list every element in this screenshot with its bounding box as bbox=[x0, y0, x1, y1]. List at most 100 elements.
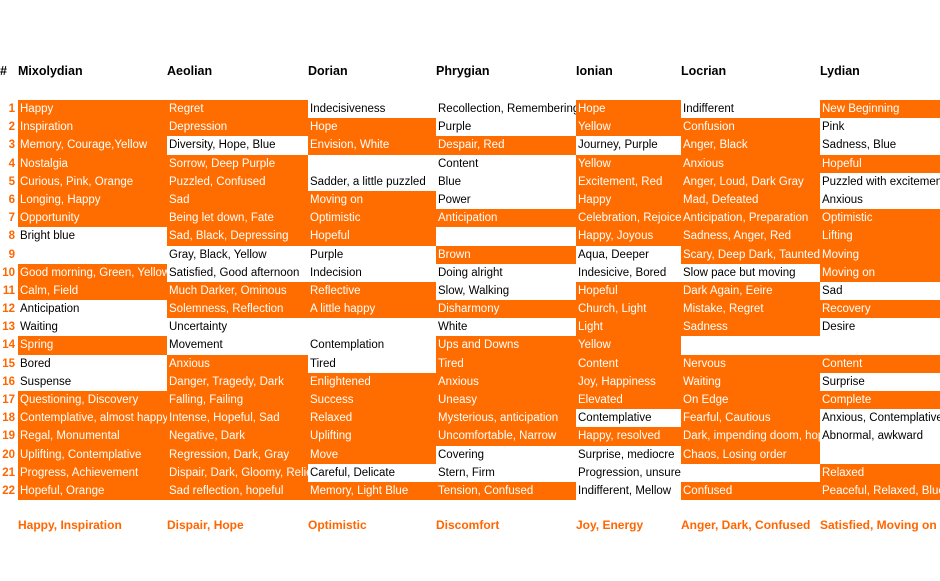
cell-dorian-4[interactable] bbox=[308, 155, 436, 173]
cell-phrygian-20[interactable]: Covering bbox=[436, 446, 576, 464]
cell-phrygian-3[interactable]: Despair, Red bbox=[436, 136, 576, 155]
cell-dorian-6[interactable]: Moving on bbox=[308, 190, 436, 210]
cell-lydian-8[interactable]: Lifting bbox=[820, 227, 940, 246]
cell-ionian-1[interactable]: Hope bbox=[576, 100, 681, 119]
cell-mixolydian-21[interactable]: Progress, Achievement bbox=[18, 463, 167, 482]
cell-locrian-11[interactable]: Dark Again, Eeire bbox=[681, 281, 820, 301]
cell-aeolian-3[interactable]: Diversity, Hope, Blue bbox=[167, 136, 308, 154]
cell-phrygian-11[interactable]: Slow, Walking bbox=[436, 282, 576, 300]
cell-phrygian-7[interactable]: Anticipation bbox=[436, 209, 576, 228]
cell-dorian-13[interactable] bbox=[308, 318, 436, 336]
cell-mixolydian-8[interactable]: Bright blue bbox=[18, 227, 167, 245]
cell-ionian-5[interactable]: Excitement, Red bbox=[576, 172, 681, 191]
cell-ionian-18[interactable]: Contemplative bbox=[576, 409, 681, 427]
cell-lydian-14[interactable] bbox=[820, 336, 940, 354]
cell-lydian-2[interactable]: Pink bbox=[820, 118, 940, 136]
cell-aeolian-17[interactable]: Falling, Failing bbox=[167, 391, 308, 410]
cell-locrian-14[interactable] bbox=[681, 336, 820, 354]
cell-lydian-16[interactable]: Surprise bbox=[820, 373, 940, 391]
cell-dorian-17[interactable]: Success bbox=[308, 391, 436, 410]
cell-aeolian-1[interactable]: Regret bbox=[167, 100, 308, 119]
column-header-aeolian[interactable]: Aeolian bbox=[167, 62, 308, 80]
cell-phrygian-6[interactable]: Power bbox=[436, 191, 576, 209]
cell-ionian-12[interactable]: Church, Light bbox=[576, 300, 681, 319]
cell-locrian-1[interactable]: Indifferent bbox=[681, 100, 820, 118]
cell-dorian-11[interactable]: Reflective bbox=[308, 281, 436, 301]
cell-locrian-7[interactable]: Anticipation, Preparation bbox=[681, 209, 820, 228]
cell-phrygian-9[interactable]: Brown bbox=[436, 245, 576, 264]
column-header-lydian[interactable]: Lydian bbox=[820, 62, 940, 80]
cell-aeolian-16[interactable]: Danger, Tragedy, Dark bbox=[167, 372, 308, 391]
cell-lydian-10[interactable]: Moving on bbox=[820, 263, 940, 282]
cell-mixolydian-5[interactable]: Curious, Pink, Orange bbox=[18, 172, 167, 191]
cell-dorian-9[interactable]: Purple bbox=[308, 246, 436, 264]
cell-phrygian-19[interactable]: Uncomfortable, Narrow bbox=[436, 427, 576, 446]
cell-phrygian-5[interactable]: Blue bbox=[436, 173, 576, 191]
cell-phrygian-1[interactable]: Recollection, Remembering bbox=[436, 100, 576, 118]
cell-mixolydian-13[interactable]: Waiting bbox=[18, 318, 167, 336]
column-header-dorian[interactable]: Dorian bbox=[308, 62, 436, 80]
cell-locrian-12[interactable]: Mistake, Regret bbox=[681, 300, 820, 319]
cell-aeolian-11[interactable]: Much Darker, Ominous bbox=[167, 281, 308, 301]
cell-aeolian-22[interactable]: Sad reflection, hopeful bbox=[167, 481, 308, 501]
cell-phrygian-18[interactable]: Mysterious, anticipation bbox=[436, 409, 576, 428]
cell-aeolian-10[interactable]: Satisfied, Good afternoon bbox=[167, 264, 308, 282]
cell-mixolydian-3[interactable]: Memory, Courage,Yellow bbox=[18, 136, 167, 155]
column-header-phrygian[interactable]: Phrygian bbox=[436, 62, 576, 80]
cell-locrian-10[interactable]: Slow pace but moving bbox=[681, 264, 820, 282]
cell-dorian-10[interactable]: Indecision bbox=[308, 264, 436, 282]
cell-dorian-22[interactable]: Memory, Light Blue bbox=[308, 481, 436, 501]
cell-lydian-22[interactable]: Peaceful, Relaxed, Blue bbox=[820, 481, 940, 501]
cell-lydian-13[interactable]: Desire bbox=[820, 318, 940, 336]
cell-dorian-18[interactable]: Relaxed bbox=[308, 409, 436, 428]
cell-mixolydian-11[interactable]: Calm, Field bbox=[18, 281, 167, 301]
cell-ionian-2[interactable]: Yellow bbox=[576, 118, 681, 137]
cell-mixolydian-22[interactable]: Hopeful, Orange bbox=[18, 481, 167, 501]
cell-phrygian-21[interactable]: Stern, Firm bbox=[436, 464, 576, 482]
cell-lydian-5[interactable]: Puzzled with excitement bbox=[820, 173, 940, 191]
cell-locrian-17[interactable]: On Edge bbox=[681, 391, 820, 410]
cell-ionian-10[interactable]: Indesicive, Bored bbox=[576, 264, 681, 282]
cell-lydian-7[interactable]: Optimistic bbox=[820, 209, 940, 228]
cell-mixolydian-16[interactable]: Suspense bbox=[18, 373, 167, 391]
cell-mixolydian-20[interactable]: Uplifting, Contemplative bbox=[18, 445, 167, 464]
cell-ionian-22[interactable]: Indifferent, Mellow bbox=[576, 482, 681, 500]
cell-phrygian-2[interactable]: Purple bbox=[436, 118, 576, 136]
cell-ionian-20[interactable]: Surprise, mediocre bbox=[576, 446, 681, 464]
cell-mixolydian-14[interactable]: Spring bbox=[18, 336, 167, 355]
cell-locrian-15[interactable]: Nervous bbox=[681, 354, 820, 373]
cell-dorian-16[interactable]: Enlightened bbox=[308, 372, 436, 391]
cell-locrian-4[interactable]: Anxious bbox=[681, 154, 820, 173]
cell-mixolydian-4[interactable]: Nostalgia bbox=[18, 154, 167, 173]
cell-ionian-3[interactable]: Journey, Purple bbox=[576, 136, 681, 154]
cell-ionian-13[interactable]: Light bbox=[576, 318, 681, 337]
cell-lydian-20[interactable] bbox=[820, 446, 940, 464]
column-header-ionian[interactable]: Ionian bbox=[576, 62, 681, 80]
cell-dorian-15[interactable]: Tired bbox=[308, 355, 436, 373]
cell-aeolian-20[interactable]: Regression, Dark, Gray bbox=[167, 445, 308, 464]
cell-locrian-5[interactable]: Anger, Loud, Dark Gray bbox=[681, 172, 820, 191]
cell-locrian-21[interactable] bbox=[681, 464, 820, 482]
cell-dorian-20[interactable]: Move bbox=[308, 445, 436, 464]
cell-aeolian-2[interactable]: Depression bbox=[167, 118, 308, 137]
cell-ionian-4[interactable]: Yellow bbox=[576, 154, 681, 173]
cell-locrian-13[interactable]: Sadness bbox=[681, 318, 820, 337]
cell-ionian-21[interactable]: Progression, unsure bbox=[576, 464, 681, 482]
cell-aeolian-6[interactable]: Sad bbox=[167, 190, 308, 210]
cell-dorian-21[interactable]: Careful, Delicate bbox=[308, 464, 436, 482]
cell-mixolydian-7[interactable]: Opportunity bbox=[18, 209, 167, 228]
cell-mixolydian-12[interactable]: Anticipation bbox=[18, 300, 167, 318]
cell-phrygian-22[interactable]: Tension, Confused bbox=[436, 481, 576, 501]
cell-locrian-9[interactable]: Scary, Deep Dark, Taunted bbox=[681, 245, 820, 264]
cell-ionian-16[interactable]: Joy, Happiness bbox=[576, 372, 681, 391]
cell-ionian-17[interactable]: Elevated bbox=[576, 391, 681, 410]
cell-locrian-19[interactable]: Dark, impending doom, hop bbox=[681, 427, 820, 446]
cell-lydian-6[interactable]: Anxious bbox=[820, 191, 940, 209]
cell-aeolian-8[interactable]: Sad, Black, Depressing bbox=[167, 227, 308, 246]
cell-aeolian-13[interactable]: Uncertainty bbox=[167, 318, 308, 336]
cell-locrian-3[interactable]: Anger, Black bbox=[681, 136, 820, 155]
cell-dorian-14[interactable]: Contemplation bbox=[308, 336, 436, 354]
cell-locrian-6[interactable]: Mad, Defeated bbox=[681, 190, 820, 210]
cell-mixolydian-19[interactable]: Regal, Monumental bbox=[18, 427, 167, 446]
cell-aeolian-5[interactable]: Puzzled, Confused bbox=[167, 172, 308, 191]
